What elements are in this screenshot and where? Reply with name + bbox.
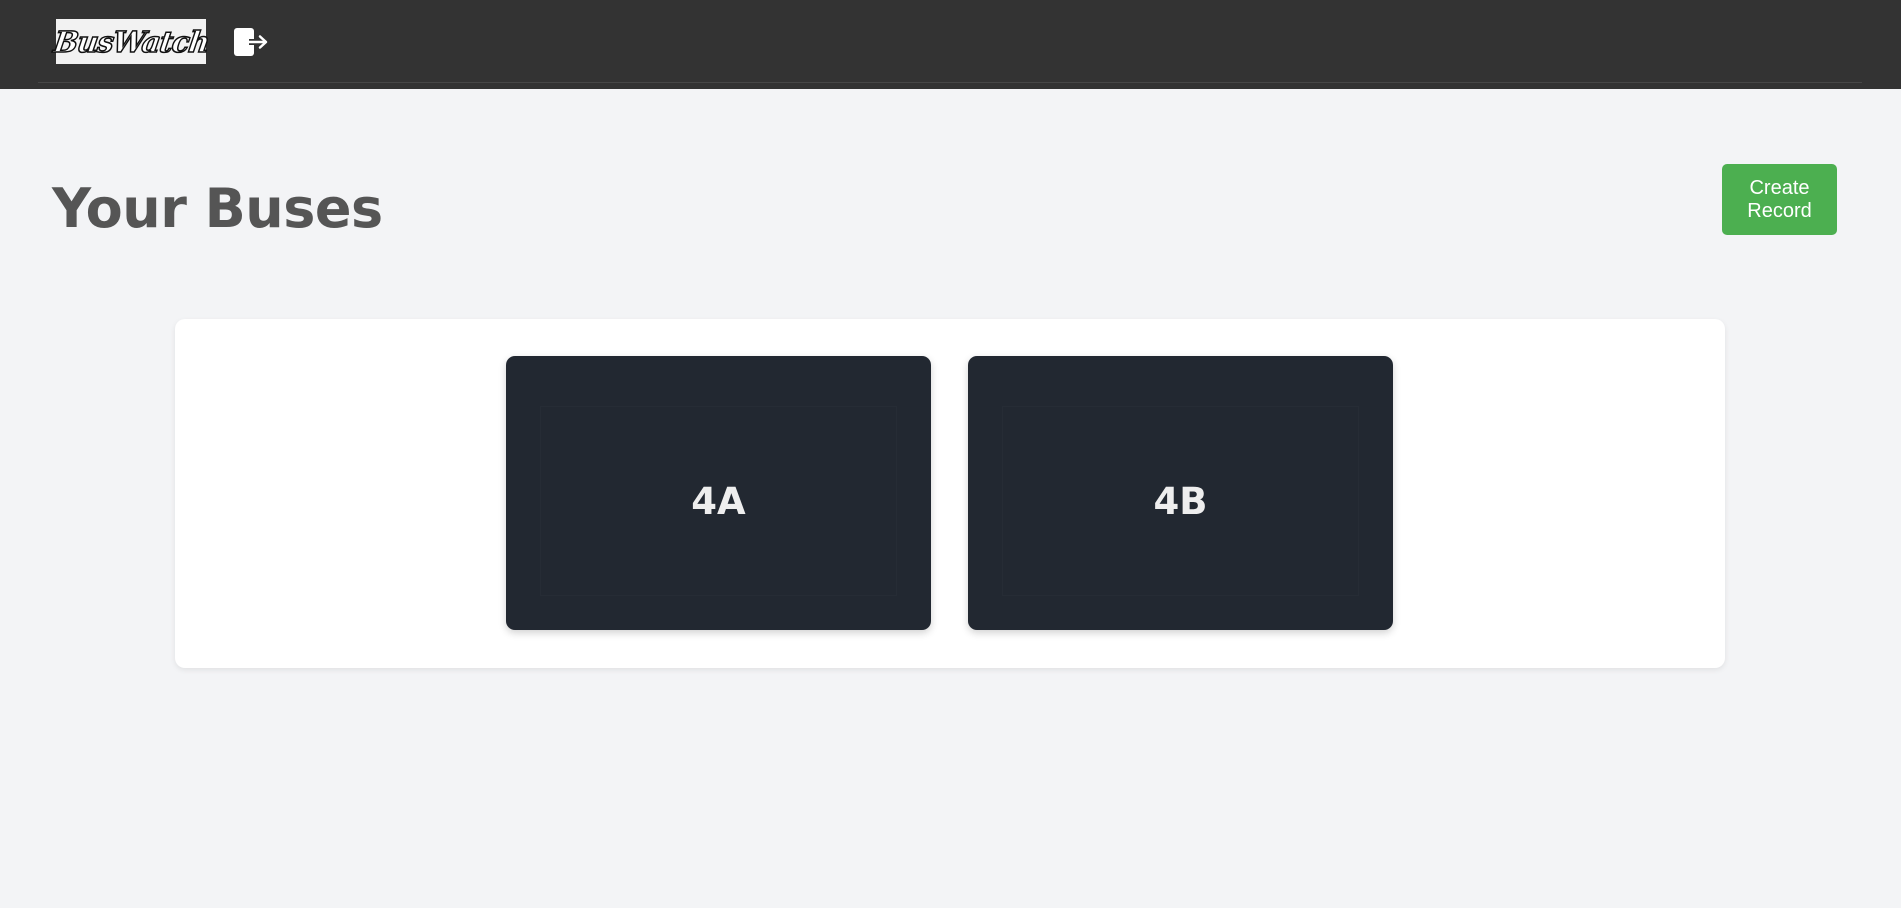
bus-label: 4A: [691, 479, 746, 523]
buswatch-logo[interactable]: BusWatch: [50, 19, 212, 64]
logout-icon: [234, 28, 268, 56]
top-navbar: BusWatch: [0, 0, 1901, 89]
logo-text: BusWatch: [50, 24, 211, 60]
navbar-divider: [38, 82, 1862, 83]
create-record-button[interactable]: Create Record: [1722, 164, 1837, 235]
bus-card-content: 4A: [540, 406, 897, 596]
bus-label: 4B: [1153, 479, 1208, 523]
logout-button[interactable]: [232, 24, 272, 60]
page-title: Your Buses: [52, 177, 383, 240]
bus-card-4b[interactable]: 4B: [968, 356, 1393, 630]
bus-card-4a[interactable]: 4A: [506, 356, 931, 630]
bus-card-content: 4B: [1002, 406, 1359, 596]
buses-panel: [175, 319, 1725, 668]
